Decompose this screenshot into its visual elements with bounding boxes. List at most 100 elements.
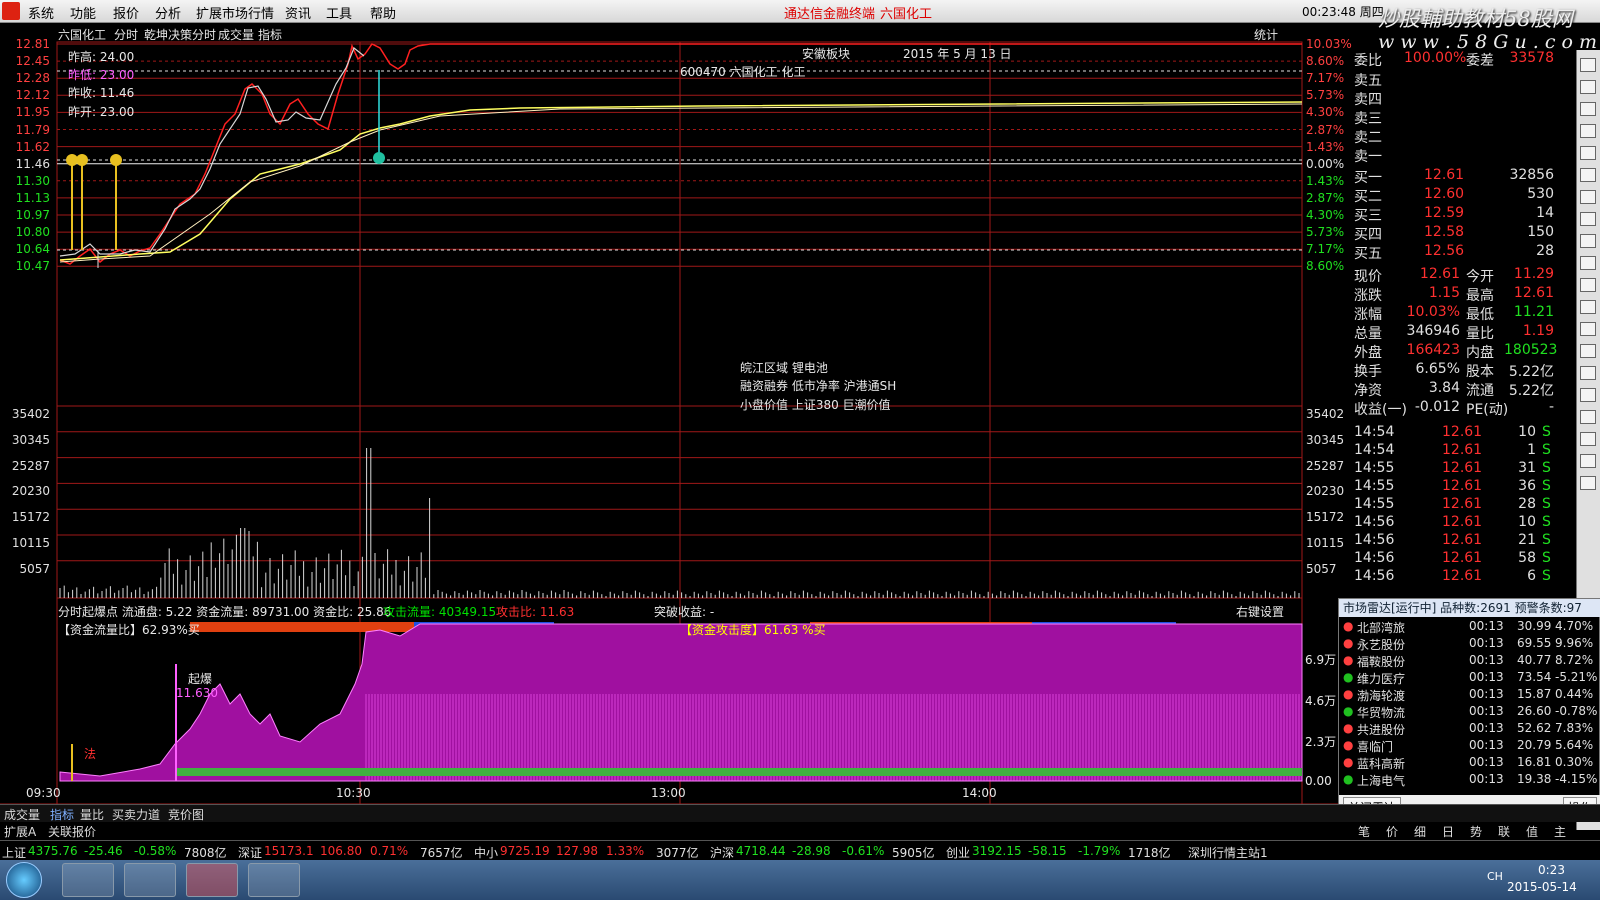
tab-qiankun[interactable]: 乾坤决策分时: [144, 26, 216, 43]
radar-tab[interactable]: 主: [1554, 823, 1566, 840]
bottom-tab-buysell[interactable]: 买卖力道: [112, 806, 160, 823]
axis-tick-label: 7.17%: [1306, 242, 1345, 257]
menu-function[interactable]: 功能: [70, 3, 96, 22]
axis-tick-label: 20230: [11, 484, 50, 499]
bottom-tab-volratio[interactable]: 量比: [80, 806, 104, 823]
stat-row: 净资 3.84 流通 5.22亿: [1354, 380, 1554, 399]
stat-value: 1.15: [1428, 285, 1460, 301]
radar-tab[interactable]: 价: [1386, 823, 1398, 840]
tick-side: S: [1542, 550, 1551, 566]
radar-row[interactable]: ● 永艺股份 00:13 69.55 9.96%: [1339, 636, 1600, 653]
bottom-tab-indicator[interactable]: 指标: [50, 806, 74, 823]
toolbar-tool-icon[interactable]: [1580, 454, 1596, 468]
tick-row: 14:56 12.61 6 S: [1354, 568, 1554, 586]
menu-quote[interactable]: 报价: [113, 3, 139, 22]
radar-row[interactable]: ● 维力医疗 00:13 73.54 -5.21%: [1339, 670, 1600, 687]
radar-price: 40.77: [1517, 653, 1552, 667]
menu-ext-market[interactable]: 扩展市场行情: [196, 3, 274, 22]
toolbar-tool-icon[interactable]: [1580, 58, 1596, 72]
tick-time: 14:55: [1354, 460, 1395, 476]
bottom-tab-volume[interactable]: 成交量: [4, 806, 40, 823]
stat-row: 涨跌 1.15 最高 12.61: [1354, 285, 1554, 304]
right-click-setting[interactable]: 右键设置: [1236, 603, 1284, 620]
radar-tab[interactable]: 日: [1442, 823, 1454, 840]
tab-fenshi[interactable]: 分时: [114, 26, 138, 43]
radar-row[interactable]: ● 北部湾旅 00:13 30.99 4.70%: [1339, 619, 1600, 636]
toolbar-tool-icon[interactable]: [1580, 300, 1596, 314]
toolbar-tool-icon[interactable]: [1580, 344, 1596, 358]
taskbar-browser-icon[interactable]: [124, 863, 176, 897]
stat-value: -: [1548, 399, 1554, 415]
stat-value: 5.22亿: [1508, 383, 1554, 399]
toolbar-tool-icon[interactable]: [1580, 102, 1596, 116]
bottom-tab-related[interactable]: 关联报价: [48, 823, 96, 840]
toolbar-tool-icon[interactable]: [1580, 278, 1596, 292]
axis-tick-label: 12.12: [15, 88, 50, 103]
taskbar-app-1-icon[interactable]: [62, 863, 114, 897]
radar-row[interactable]: ● 福鞍股份 00:13 40.77 8.72%: [1339, 653, 1600, 670]
toolbar-tool-icon[interactable]: [1580, 256, 1596, 270]
toolbar-tool-icon[interactable]: [1580, 322, 1596, 336]
tick-row: 14:56 12.61 58 S: [1354, 550, 1554, 568]
taskbar-folder-icon[interactable]: [248, 863, 300, 897]
lower-axis-4: 0.00: [1305, 774, 1332, 788]
radar-tab[interactable]: 笔: [1358, 823, 1370, 840]
bottom-tab-auction[interactable]: 竞价图: [168, 806, 204, 823]
bottom-tab-ext-a[interactable]: 扩展A: [4, 823, 36, 840]
tick-price: 12.61: [1442, 550, 1483, 566]
toolbar-tool-icon[interactable]: [1580, 190, 1596, 204]
menu-system[interactable]: 系统: [28, 3, 54, 22]
menu-tools[interactable]: 工具: [326, 3, 352, 22]
tab-indicator[interactable]: 指标: [258, 26, 282, 43]
radar-tab[interactable]: 势: [1470, 823, 1482, 840]
lang-indicator[interactable]: CH: [1487, 870, 1503, 883]
radar-tab[interactable]: 细: [1414, 823, 1426, 840]
radar-row[interactable]: ● 华贸物流 00:13 26.60 -0.78%: [1339, 704, 1600, 721]
taskbar-tdx-icon[interactable]: [186, 863, 238, 897]
toolbar-tool-icon[interactable]: [1580, 388, 1596, 402]
toolbar-tool-icon[interactable]: [1580, 124, 1596, 138]
toolbar-tool-icon[interactable]: [1580, 410, 1596, 424]
index-amount: 1718亿: [1128, 846, 1171, 860]
index-name: 沪深: [710, 846, 735, 860]
server-status[interactable]: 深圳行情主站1: [1188, 844, 1268, 861]
menu-news[interactable]: 资讯: [285, 3, 311, 22]
sector-label: 安徽板块: [802, 47, 851, 61]
tick-side: S: [1542, 442, 1551, 458]
start-button-icon[interactable]: [6, 862, 42, 898]
stat-label: 最低: [1466, 307, 1494, 323]
radar-row[interactable]: ● 喜临门 00:13 20.79 5.64%: [1339, 738, 1600, 755]
toolbar-tool-icon[interactable]: [1580, 212, 1596, 226]
tick-volume: 36: [1518, 478, 1536, 494]
toolbar-tool-icon[interactable]: [1580, 168, 1596, 182]
tick-row: 14:56 12.61 10 S: [1354, 514, 1554, 532]
sell-row: 卖三: [1354, 108, 1554, 127]
toolbar-tool-icon[interactable]: [1580, 432, 1596, 446]
radar-row[interactable]: ● 渤海轮渡 00:13 15.87 0.44%: [1339, 687, 1600, 704]
radar-row[interactable]: ● 共进股份 00:13 52.62 7.83%: [1339, 721, 1600, 738]
toolbar-tool-icon[interactable]: [1580, 234, 1596, 248]
radar-tab[interactable]: 值: [1526, 823, 1538, 840]
toolbar-tool-icon[interactable]: [1580, 366, 1596, 380]
radar-tab[interactable]: 联: [1498, 823, 1510, 840]
buy-signal-marker: [76, 154, 88, 166]
menu-help[interactable]: 帮助: [370, 3, 396, 22]
radar-stock-name: 共进股份: [1357, 723, 1406, 737]
stat-value: 346946: [1406, 323, 1460, 339]
toolbar-tool-icon[interactable]: [1580, 476, 1596, 490]
bell-icon: ●: [1343, 772, 1354, 786]
lower-axis-2: 4.6万: [1305, 694, 1337, 708]
toolbar-tool-icon[interactable]: [1580, 80, 1596, 94]
radar-row[interactable]: ● 上海电气 00:13 19.38 -4.15%: [1339, 772, 1600, 789]
stat-button[interactable]: 统计: [1254, 26, 1278, 43]
buy-volume: 150: [1527, 224, 1554, 240]
menu-analysis[interactable]: 分析: [155, 3, 181, 22]
axis-tick-label: 11.95: [15, 105, 50, 120]
radar-row[interactable]: ● 蓝科高新 00:13 16.81 0.30%: [1339, 755, 1600, 772]
bottom-tabs-2: 扩展A 关联报价: [0, 822, 1340, 840]
toolbar-tool-icon[interactable]: [1580, 146, 1596, 160]
tick-price: 12.61: [1442, 496, 1483, 512]
stat-label: 净资: [1354, 383, 1382, 399]
tab-volume[interactable]: 成交量: [218, 26, 254, 43]
tag-line-3: 小盘价值 上证380 巨潮价值: [740, 398, 891, 412]
